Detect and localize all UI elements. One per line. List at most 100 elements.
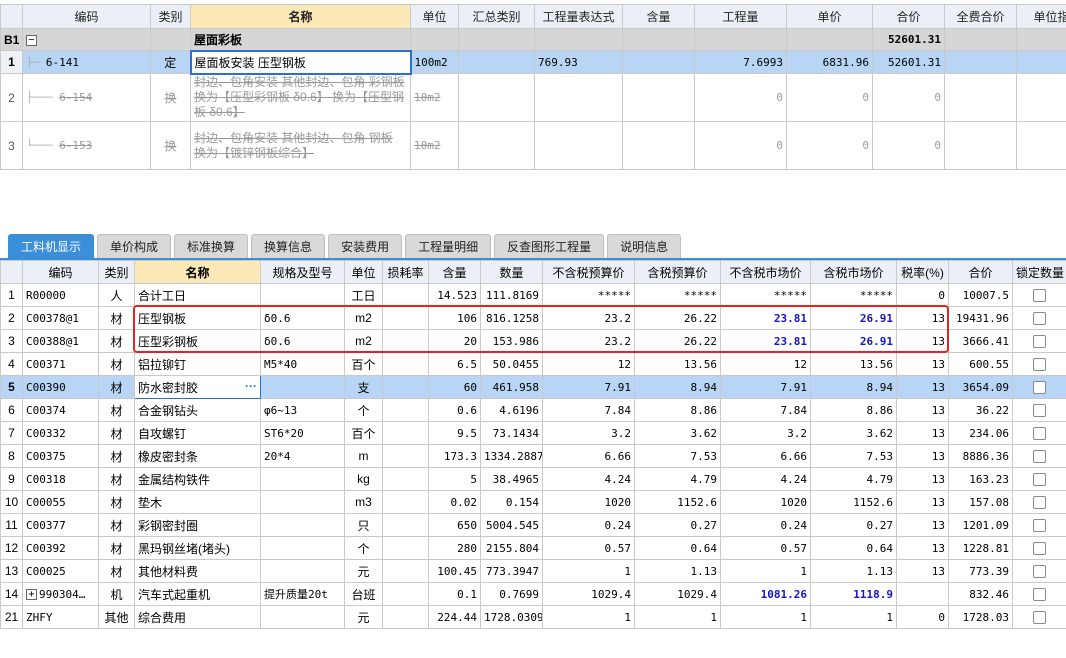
row-market-price-ex-tax[interactable]: 0.57: [720, 536, 811, 560]
col-header-code[interactable]: 编码: [22, 4, 151, 29]
row-spec[interactable]: M5*40: [260, 352, 345, 376]
row-budget-price-inc-tax[interactable]: 13.56: [634, 352, 721, 376]
lock-quantity-cell[interactable]: [1012, 444, 1066, 468]
row-type[interactable]: 人: [98, 283, 135, 307]
row-unit[interactable]: 个: [344, 536, 383, 560]
col-header-tax-rate[interactable]: 税率(%): [896, 260, 949, 284]
row-name[interactable]: 垫木: [134, 490, 261, 514]
row-budget-price-inc-tax[interactable]: 1029.4: [634, 582, 721, 606]
tab-quantity-detail[interactable]: 工程量明细: [405, 234, 492, 259]
row-unit-price[interactable]: 0: [786, 73, 873, 122]
table-row[interactable]: 11 C00377 材彩钢密封圈只 650 5004.545 0.24 0.27 0.24 0.…: [0, 513, 1066, 537]
row-type[interactable]: 材: [98, 306, 135, 330]
row-unit[interactable]: m: [344, 444, 383, 468]
col-header-unit[interactable]: 单位: [410, 4, 459, 29]
row-tax-rate[interactable]: 13: [896, 559, 949, 583]
plus-icon[interactable]: +: [26, 589, 37, 600]
table-row[interactable]: 1 R00000 人合计工日 工日 14.523 111.8169 ***** ***** **…: [0, 283, 1066, 307]
row-content[interactable]: 224.44: [428, 605, 481, 629]
row-unit[interactable]: 工日: [344, 283, 383, 307]
row-loss-rate[interactable]: [382, 421, 429, 445]
ellipsis-icon[interactable]: ···: [245, 379, 257, 393]
row-budget-price-inc-tax[interactable]: 8.94: [634, 375, 721, 399]
row-code[interactable]: C00374: [22, 398, 99, 422]
row-market-price-inc-tax[interactable]: 0.27: [810, 513, 897, 537]
lock-quantity-cell[interactable]: [1012, 421, 1066, 445]
row-code-cell[interactable]: +990304…: [22, 582, 99, 606]
row-budget-price-ex-tax[interactable]: *****: [542, 283, 635, 307]
row-loss-rate[interactable]: [382, 398, 429, 422]
row-code[interactable]: C00332: [22, 421, 99, 445]
row-content[interactable]: 60: [428, 375, 481, 399]
row-name[interactable]: 合金钢钻头: [134, 398, 261, 422]
table-row[interactable]: 5 C00390 材 ··· 防水密封胶支 60 461.958 7.91 8.94 7.91 8.…: [0, 375, 1066, 399]
row-content[interactable]: 9.5: [428, 421, 481, 445]
row-market-price-ex-tax[interactable]: 7.91: [720, 375, 811, 399]
row-budget-price-inc-tax[interactable]: 1152.6: [634, 490, 721, 514]
table-row[interactable]: 7 C00332 材自攻螺钉 ST6*20 百个 9.5 73.1434 3.2 3.62 3.2…: [0, 421, 1066, 445]
row-content[interactable]: 0.02: [428, 490, 481, 514]
row-spec[interactable]: [260, 375, 345, 399]
row-loss-rate[interactable]: [382, 605, 429, 629]
row-spec[interactable]: ST6*20: [260, 421, 345, 445]
row-content[interactable]: 5: [428, 467, 481, 491]
row-budget-price-inc-tax[interactable]: 3.62: [634, 421, 721, 445]
row-market-price-inc-tax[interactable]: 0.64: [810, 536, 897, 560]
row-budget-price-ex-tax[interactable]: 0.57: [542, 536, 635, 560]
row-code[interactable]: C00371: [22, 352, 99, 376]
row-market-price-inc-tax[interactable]: 1.13: [810, 559, 897, 583]
row-budget-price-inc-tax[interactable]: 1.13: [634, 559, 721, 583]
table-row[interactable]: 9 C00318 材金属结构铁件 kg 5 38.4965 4.24 4.79 4.24 4.79…: [0, 467, 1066, 491]
row-unit[interactable]: 支: [344, 375, 383, 399]
row-market-price-ex-tax[interactable]: 1: [720, 559, 811, 583]
minus-icon[interactable]: −: [26, 34, 37, 46]
col-header-summary-category[interactable]: 汇总类别: [458, 4, 535, 29]
row-expression[interactable]: 769.93: [534, 50, 623, 74]
row-type[interactable]: 材: [98, 467, 135, 491]
row-name[interactable]: 合计工日: [134, 283, 261, 307]
row-budget-price-inc-tax[interactable]: 26.22: [634, 329, 721, 353]
lock-quantity-cell[interactable]: [1012, 352, 1066, 376]
row-loss-rate[interactable]: [382, 375, 429, 399]
row-type[interactable]: 材: [98, 375, 135, 399]
row-tax-rate[interactable]: 13: [896, 467, 949, 491]
row-quantity[interactable]: 773.3947: [480, 559, 543, 583]
row-spec[interactable]: [260, 559, 345, 583]
table-row[interactable]: 2 ├─── 6-154 换 封边、包角安装 其他封边、包角 彩钢板 换为【压型…: [0, 73, 1066, 122]
row-name[interactable]: 压型钢板: [134, 306, 261, 330]
row-market-price-ex-tax[interactable]: 1020: [720, 490, 811, 514]
row-unit[interactable]: m3: [344, 490, 383, 514]
row-budget-price-ex-tax[interactable]: 0.24: [542, 513, 635, 537]
tab-installation-fee[interactable]: 安装费用: [328, 234, 403, 259]
lock-quantity-checkbox[interactable]: [1033, 588, 1046, 602]
row-market-price-ex-tax[interactable]: 0.24: [720, 513, 811, 537]
row-budget-price-inc-tax[interactable]: 8.86: [634, 398, 721, 422]
table-row[interactable]: 10 C00055 材垫木 m3 0.02 0.154 1020 1152.6 1020 1152…: [0, 490, 1066, 514]
row-name[interactable]: 金属结构铁件: [134, 467, 261, 491]
lock-quantity-checkbox[interactable]: [1033, 542, 1046, 556]
row-spec[interactable]: [260, 467, 345, 491]
row-budget-price-ex-tax[interactable]: 1: [542, 605, 635, 629]
row-spec[interactable]: 20*4: [260, 444, 345, 468]
row-market-price-inc-tax[interactable]: *****: [810, 283, 897, 307]
col-header-total[interactable]: 合价: [872, 4, 945, 29]
row-tax-rate[interactable]: 13: [896, 513, 949, 537]
row-unit[interactable]: m2: [344, 306, 383, 330]
row-code[interactable]: C00055: [22, 490, 99, 514]
row-spec[interactable]: [260, 536, 345, 560]
row-name[interactable]: 彩钢密封圈: [134, 513, 261, 537]
row-budget-price-ex-tax[interactable]: 3.2: [542, 421, 635, 445]
row-budget-price-ex-tax[interactable]: 23.2: [542, 329, 635, 353]
row-loss-rate[interactable]: [382, 444, 429, 468]
row-content[interactable]: 14.523: [428, 283, 481, 307]
lock-quantity-checkbox[interactable]: [1033, 289, 1046, 303]
row-market-price-inc-tax[interactable]: 26.91: [810, 306, 897, 330]
row-type[interactable]: 材: [98, 421, 135, 445]
lock-quantity-cell[interactable]: [1012, 513, 1066, 537]
col-header-budget-price-inc-tax[interactable]: 含税预算价: [634, 260, 721, 284]
lock-quantity-cell[interactable]: [1012, 490, 1066, 514]
row-tax-rate[interactable]: 0: [896, 605, 949, 629]
lock-quantity-checkbox[interactable]: [1033, 312, 1046, 326]
table-row[interactable]: 4 C00371 材铝拉铆钉 M5*40 百个 6.5 50.0455 12 13.56 12 13…: [0, 352, 1066, 376]
row-budget-price-ex-tax[interactable]: 1: [542, 559, 635, 583]
